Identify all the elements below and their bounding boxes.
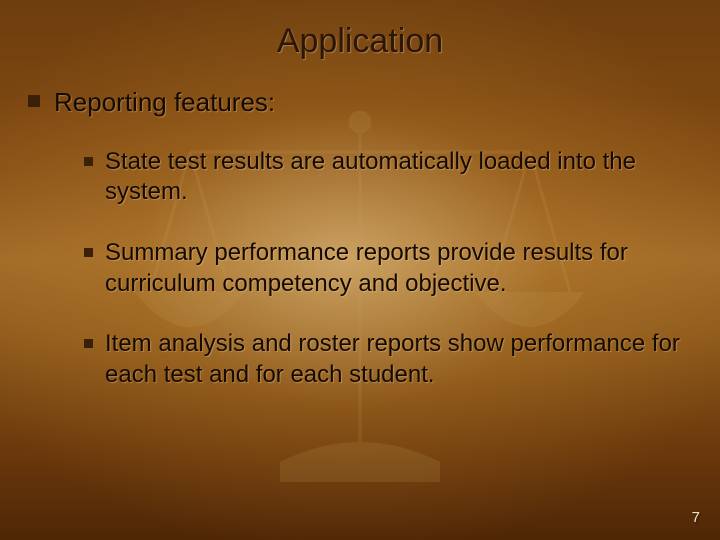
slide: Application Reporting features: State te…	[0, 0, 720, 540]
bullet-lvl1: Reporting features:	[28, 86, 692, 119]
square-bullet-icon	[84, 248, 93, 257]
lvl2-list: State test results are automatically loa…	[84, 147, 692, 391]
lvl2-text: Item analysis and roster reports show pe…	[105, 329, 692, 390]
lvl2-text: State test results are automatically loa…	[105, 147, 692, 208]
slide-body: Reporting features: State test results a…	[28, 86, 692, 391]
list-item: Summary performance reports provide resu…	[84, 238, 692, 299]
page-number: 7	[692, 509, 700, 526]
square-bullet-icon	[28, 95, 40, 107]
square-bullet-icon	[84, 339, 93, 348]
list-item: State test results are automatically loa…	[84, 147, 692, 208]
list-item: Item analysis and roster reports show pe…	[84, 329, 692, 390]
lvl2-text: Summary performance reports provide resu…	[105, 238, 692, 299]
slide-title: Application	[0, 22, 720, 61]
square-bullet-icon	[84, 157, 93, 166]
lvl1-text: Reporting features:	[54, 86, 275, 119]
